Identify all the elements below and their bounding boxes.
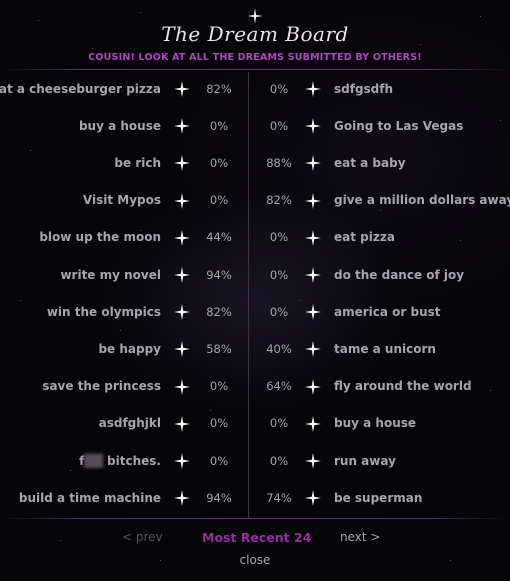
dream-name: give a million dollars away [334,193,510,208]
dream-row: Visit Mypos 0% 82% give a million dollars a… [0,182,510,219]
prev-link[interactable]: < prev [122,530,163,544]
dream-row: f ██ bitches. 0% 0% run away [0,442,510,479]
censored-text: ██ [84,453,103,468]
dream-percent: 0% [209,118,229,133]
dream-percent: 0% [269,230,289,245]
dream-name: buy a house [334,416,417,431]
sparkle-star-icon[interactable] [174,192,190,213]
dream-percent: 0% [269,304,289,319]
dream-percent: 0% [269,267,289,282]
next-link[interactable]: next > [340,530,380,544]
dream-percent: 0% [209,155,229,170]
dream-name: fly around the world [334,379,472,394]
dream-name: Visit Mypos [82,193,161,208]
dream-row: write my novel 94% 0% do the dance of joy [0,256,510,293]
dream-row: eat a cheeseburger pizza 82% 0% sdfgsdfh [0,70,510,107]
dream-percent: 58% [206,341,232,356]
dream-name: tame a unicorn [334,341,436,356]
dream-row: blow up the moon 44% 0% eat pizza [0,219,510,256]
dream-row: be happy 58% 40% tame a unicorn [0,330,510,367]
dream-name: save the princess [42,379,161,394]
background-star [60,540,61,541]
sparkle-star-icon[interactable] [305,155,321,175]
dream-name: do the dance of joy [334,267,465,282]
sparkle-star-icon[interactable] [305,192,321,213]
sparkle-star-icon[interactable] [174,155,190,175]
dream-percent: 64% [266,379,292,394]
dream-row: asdfghjkl 0% 0% buy a house [0,405,510,442]
dream-percent: 44% [206,230,232,245]
dream-percent: 0% [209,416,229,431]
dream-percent: 82% [206,304,232,319]
dream-percent: 0% [269,453,289,468]
dream-name: be rich [114,155,161,170]
dream-row: save the princess 0% 64% fly around the wor… [0,368,510,405]
dream-percent: 0% [269,118,289,133]
dream-percent: 82% [206,81,232,96]
sparkle-star-icon[interactable] [174,490,190,510]
tagline: COUSIN! LOOK AT ALL THE DREAMS SUBMITTED… [88,52,422,63]
sparkle-star-icon[interactable] [174,229,190,250]
dream-row: buy a house 0% 0% Going to Las Vegas [0,107,510,144]
sparkle-star-icon[interactable] [305,81,321,101]
dream-row: win the olympics 82% 0% america or bust [0,293,510,330]
sparkle-star-icon[interactable] [174,415,190,436]
dream-percent: 94% [206,490,232,505]
dream-percent: 88% [266,155,292,170]
dream-name: eat a baby [334,155,406,170]
dream-name: win the olympics [46,304,161,319]
sparkle-star-icon[interactable] [174,304,190,324]
dream-percent: 82% [266,193,292,208]
sparkle-star-icon[interactable] [174,341,190,361]
dream-percent: 0% [209,379,229,394]
dream-name: be happy [98,341,161,356]
sparkle-star-icon[interactable] [174,378,190,399]
dream-name: be superman [334,490,423,505]
logo-title: The Dream Board [161,22,349,46]
dream-name: run away [334,453,396,468]
dream-row: be rich 0% 88% eat a baby [0,144,510,181]
dream-name: sdfgsdfh [334,81,394,96]
dream-name: buy a house [78,118,161,133]
sparkle-star-icon[interactable] [305,304,321,324]
dream-name: Going to Las Vegas [334,118,464,133]
dream-name: eat a cheeseburger pizza [0,81,161,96]
dream-name: asdfghjkl [98,416,161,431]
dream-percent: 0% [209,453,229,468]
sparkle-star-icon[interactable] [305,229,321,250]
dream-row: build a time machine 94% 74% be superman [0,479,510,516]
sparkle-star-icon[interactable] [174,267,190,287]
dream-name: eat pizza [334,230,395,245]
dream-percent: 0% [209,193,229,208]
dream-percent: 40% [266,341,292,356]
sparkle-star-icon[interactable] [305,490,321,510]
header: The Dream Board COUSIN! LOOK AT ALL THE … [0,0,510,70]
sparkle-star-icon[interactable] [174,118,190,138]
dream-name: write my novel [60,267,161,282]
dream-percent: 0% [269,81,289,96]
sparkle-star-icon[interactable] [305,453,321,473]
dream-percent: 0% [269,416,289,431]
sparkle-star-icon[interactable] [305,267,321,287]
sparkle-star-icon[interactable] [174,81,190,101]
sparkle-star-icon[interactable] [305,341,321,361]
dream-percent: 94% [206,267,232,282]
dream-percent: 74% [266,490,292,505]
page-label: Most Recent 24 [202,530,312,545]
sparkle-star-icon[interactable] [305,118,321,138]
sparkle-star-icon[interactable] [174,453,190,473]
dream-name: f ██ bitches. [79,442,161,479]
dream-name: build a time machine [18,490,161,505]
bottom-divider [0,518,510,519]
close-link[interactable]: close [0,553,510,567]
dream-name: america or bust [334,304,441,319]
sparkle-star-icon[interactable] [305,378,321,399]
dream-name-suffix: bitches. [102,453,161,468]
sparkle-star-icon[interactable] [305,415,321,436]
dream-name: blow up the moon [39,230,161,245]
